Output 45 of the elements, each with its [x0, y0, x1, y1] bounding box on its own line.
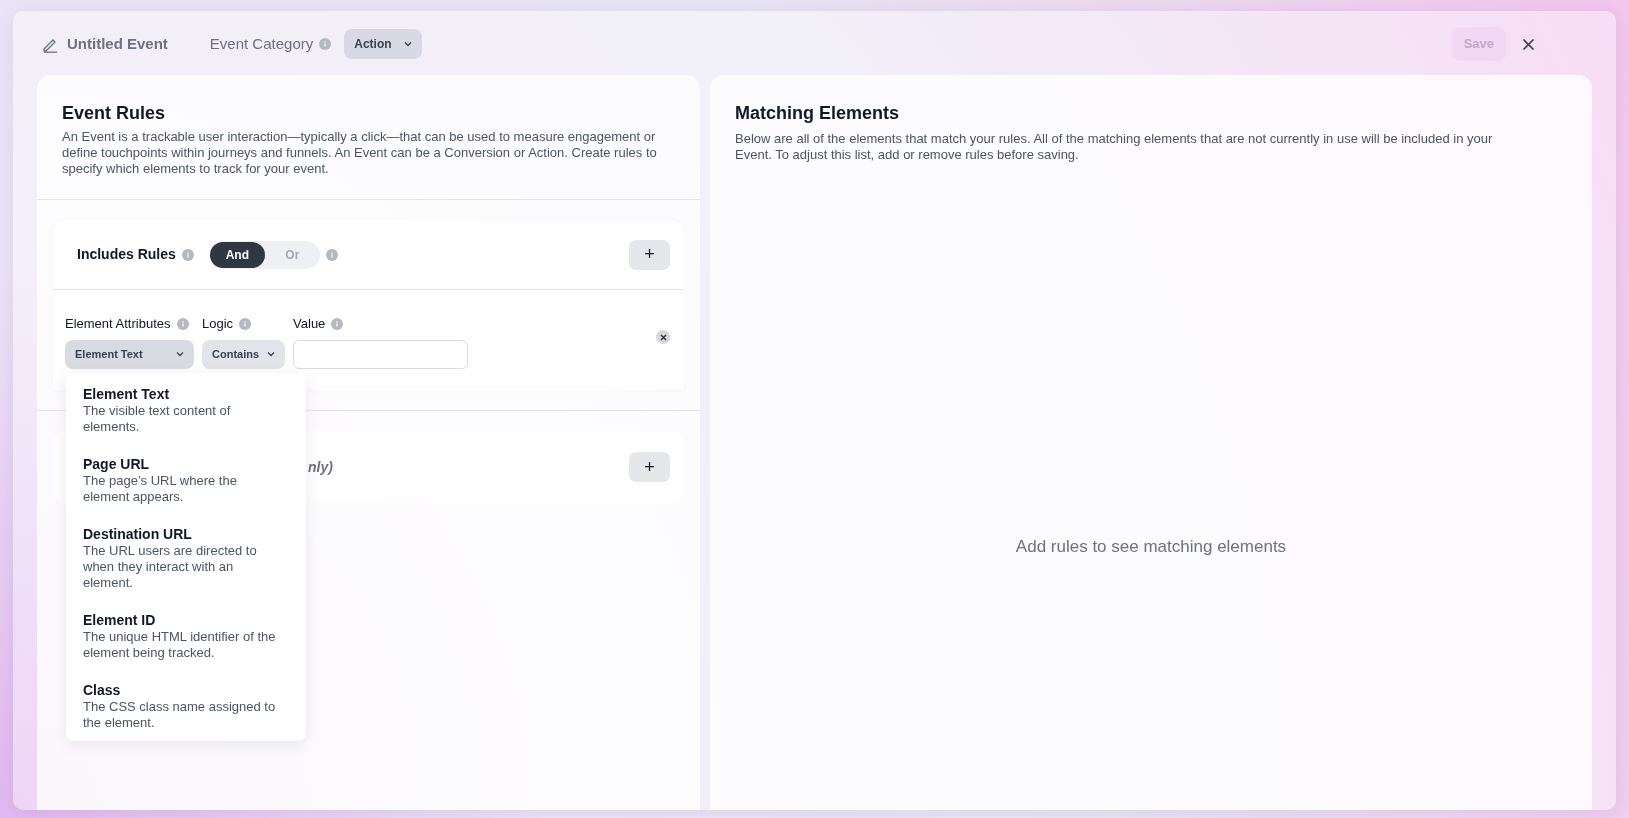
panel-title: Event Rules [62, 102, 167, 125]
add-rule-button[interactable]: + [629, 239, 670, 270]
option-title: Page URL [83, 455, 151, 473]
menu-option[interactable]: Element ID The unique HTML identifier of the element being tracked. [83, 611, 282, 661]
category-label: Event Category [209, 33, 314, 54]
empty-message: Add rules to see matching elements [1015, 535, 1287, 558]
option-title: Destination URL [83, 525, 193, 543]
option-title: Element Text [83, 385, 171, 403]
info-icon [331, 317, 344, 330]
option-description: The URL users are directed to when they interact with an element. [83, 543, 258, 591]
option-title: Class [83, 681, 122, 699]
info-icon [176, 317, 189, 330]
panel-description: An Event is a trackable user interaction—typically a click—that can be used to measure engagement or define touchpoints within journeys and funnels. An Event can be a Conversion or Action. Create rules to specify which elements to track for your event. [62, 129, 658, 177]
option-description: The page’s URL where the element appears. [83, 473, 238, 505]
toggle-option[interactable]: And [209, 241, 265, 268]
option-description: The CSS class name assigned to the element. [83, 699, 277, 731]
section-title: Includes Rules [77, 245, 176, 264]
caret-icon [403, 41, 412, 47]
menu-option[interactable]: Element Text The visible text content of elements. [83, 385, 282, 435]
caret-icon [176, 351, 184, 357]
menu-option[interactable]: Page URL The page’s URL where the element appears. [83, 455, 282, 505]
caret-icon [267, 351, 276, 357]
info-icon [239, 317, 252, 330]
panel-title: Matching Elements [735, 102, 901, 125]
value-input[interactable] [293, 339, 469, 369]
category-dropdown[interactable]: Action [344, 29, 422, 59]
option-title: Element ID [83, 611, 157, 629]
add-rule-button[interactable]: + [629, 452, 670, 482]
info-icon [181, 248, 194, 261]
attribute-dropdown[interactable]: Element Text [65, 339, 194, 369]
menu-option[interactable]: Destination URL The URL users are directed to when they interact with an element. [83, 525, 282, 591]
menu-option[interactable]: Class The CSS class name assigned to the element. [83, 681, 282, 731]
logic-dropdown[interactable]: Contains [202, 339, 286, 369]
panel-description: Below are all of the elements that match your rules. All of the matching elements that are not currently in use will be included in your Event. To adjust this list, add or remove rules before saving. [735, 131, 1494, 163]
section-note: nly) [308, 457, 333, 477]
field-label: Logic [202, 315, 234, 333]
option-description: The visible text content of elements. [83, 403, 232, 435]
event-title[interactable]: Untitled Event [67, 32, 168, 56]
close-icon[interactable] [1522, 37, 1535, 51]
field-label: Value [293, 315, 326, 333]
info-icon [319, 38, 332, 50]
field-label: Element Attributes [65, 315, 171, 333]
info-icon [325, 248, 338, 261]
remove-rule-icon[interactable] [656, 330, 670, 344]
option-description: The unique HTML identifier of the element being tracked. [83, 629, 277, 661]
